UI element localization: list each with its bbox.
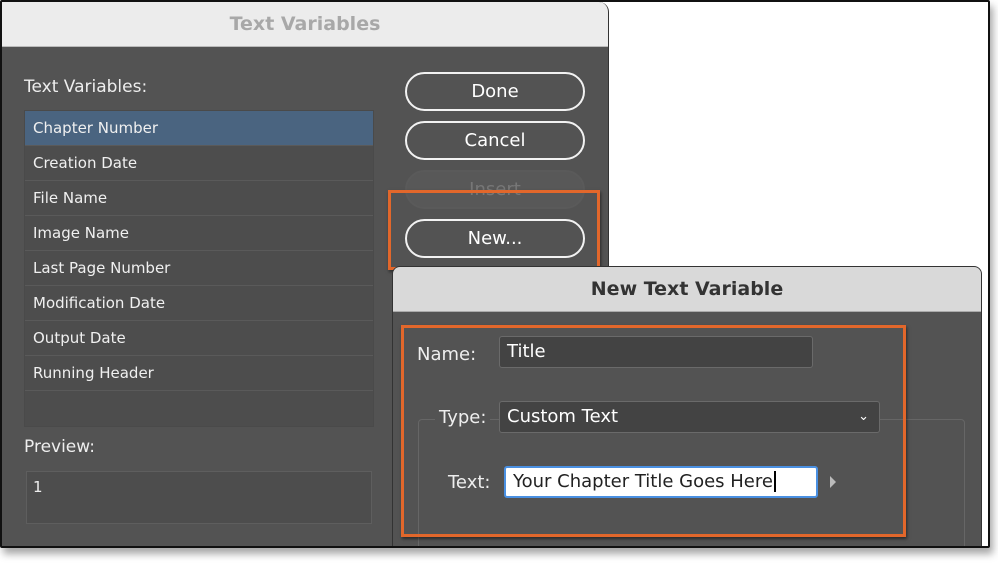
done-button[interactable]: Done (405, 72, 585, 111)
list-item[interactable]: Image Name (25, 216, 373, 251)
list-item[interactable]: Modification Date (25, 286, 373, 321)
preview-label: Preview: (24, 437, 95, 457)
list-item[interactable]: Output Date (25, 321, 373, 356)
variables-list[interactable]: Chapter Number Creation Date File Name I… (24, 110, 374, 427)
list-item[interactable]: Last Page Number (25, 251, 373, 286)
list-item[interactable]: Running Header (25, 356, 373, 391)
list-item[interactable]: Chapter Number (25, 111, 373, 146)
new-button-highlight (388, 190, 600, 270)
dialog-title: New Text Variable (393, 267, 981, 312)
list-label: Text Variables: (24, 77, 148, 97)
screenshot-frame: Text Variables Text Variables: Chapter N… (0, 0, 990, 548)
preview-box: 1 (26, 471, 372, 524)
dialog-title: Text Variables (2, 2, 608, 47)
fields-highlight (401, 325, 906, 537)
cancel-button[interactable]: Cancel (405, 121, 585, 160)
list-item[interactable]: File Name (25, 181, 373, 216)
list-item[interactable]: Creation Date (25, 146, 373, 181)
